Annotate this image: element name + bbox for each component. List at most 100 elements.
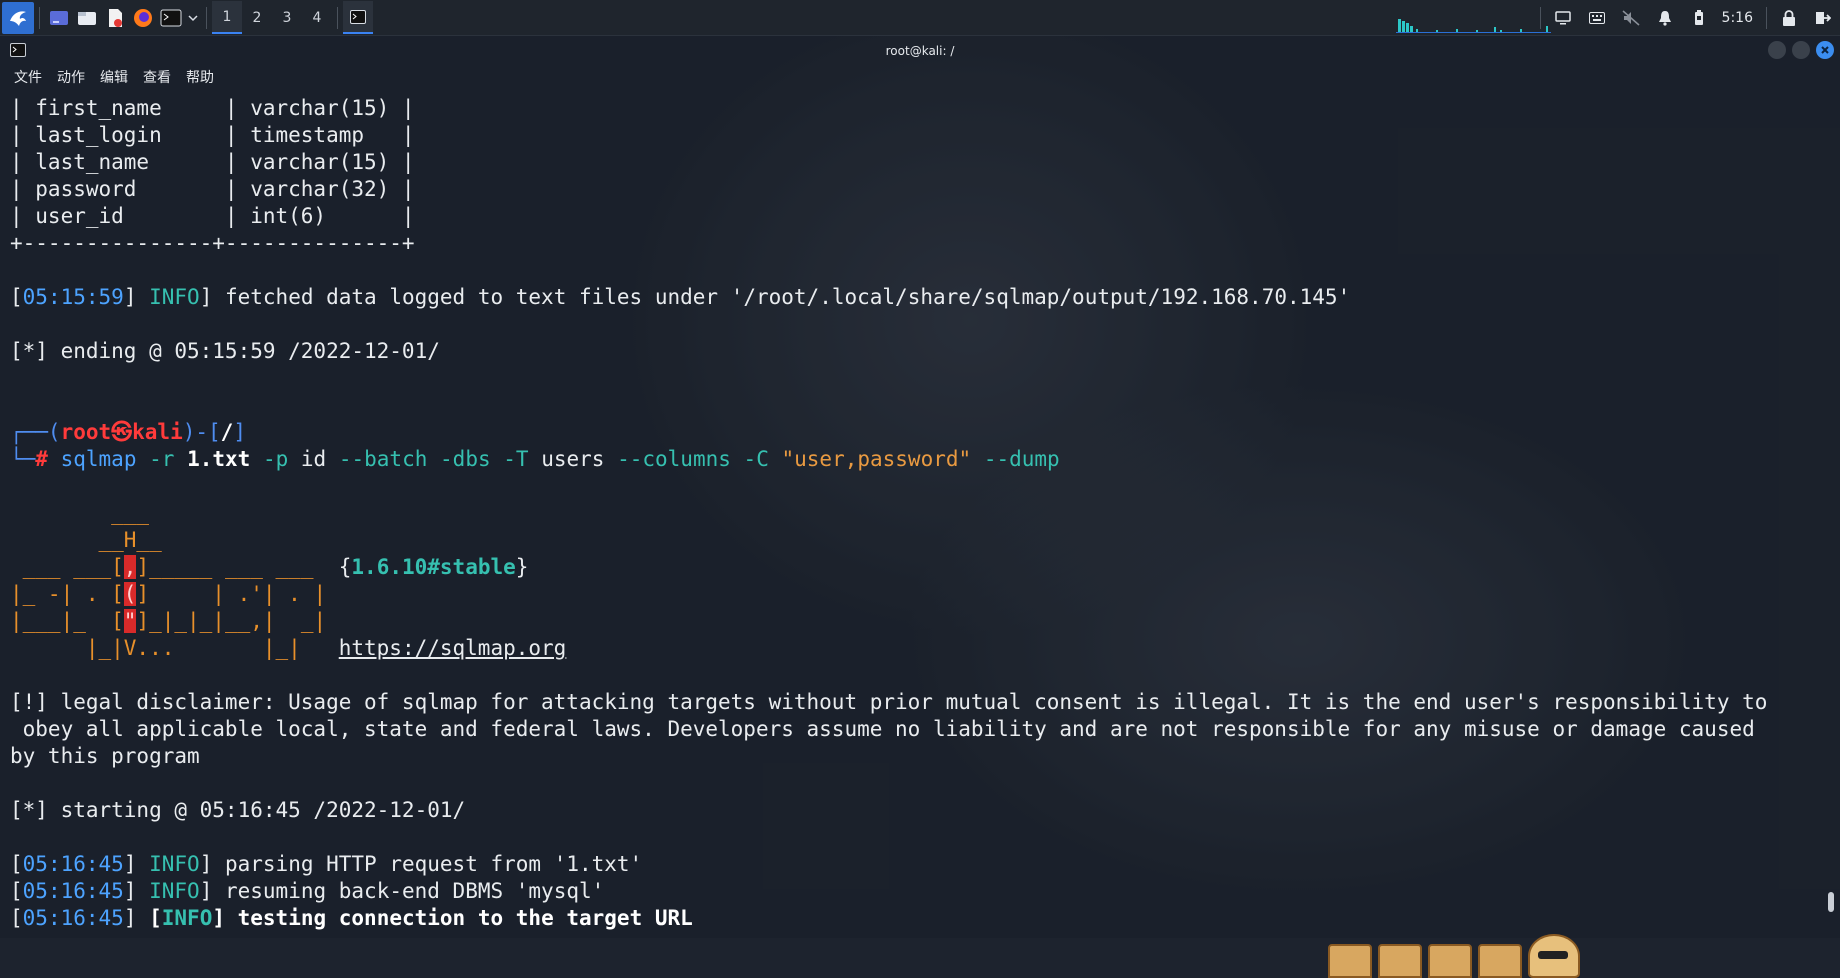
terminal-launcher-icon[interactable] <box>159 6 183 30</box>
firefox-icon[interactable] <box>131 6 155 30</box>
banner-art: ___ <box>10 501 150 525</box>
log-level: INFO <box>149 879 200 903</box>
banner-line: __H__ <box>10 527 1830 554</box>
log-level: INFO <box>149 852 200 876</box>
log-level: INFO <box>149 285 200 309</box>
text-editor-icon[interactable] <box>103 6 127 30</box>
log-level: INFO <box>161 906 213 930</box>
command-token: -C <box>743 447 769 471</box>
banner-art: __H__ <box>10 528 162 552</box>
kali-menu-icon[interactable] <box>2 1 34 34</box>
keyboard-icon[interactable] <box>1587 8 1607 28</box>
table-row: | first_name | varchar(15) | <box>10 96 415 120</box>
terminal-icon <box>10 43 26 57</box>
log-timestamp: 05:16:45 <box>22 879 124 903</box>
desktop-icon[interactable] <box>47 6 71 30</box>
command-token: -dbs <box>440 447 491 471</box>
command-token: --batch <box>338 447 428 471</box>
log-bold: [INFO] testing connection to the target … <box>149 906 693 930</box>
command-token: "user,password" <box>781 447 972 471</box>
table-row: | user_id | int(6) | <box>10 204 415 228</box>
command-token: -r <box>149 447 175 471</box>
ending-line: [*] ending @ 05:15:59 /2022-12-01/ <box>10 339 440 363</box>
close-button[interactable] <box>1816 41 1834 59</box>
minimize-button[interactable] <box>1768 41 1786 59</box>
window-titlebar[interactable]: root@kali: / <box>0 36 1840 65</box>
workspace-4[interactable]: 4 <box>302 1 332 34</box>
notification-bell-icon[interactable] <box>1655 8 1675 28</box>
command-token: id <box>300 447 327 471</box>
table-row: | last_name | varchar(15) | <box>10 150 415 174</box>
menu-file[interactable]: 文件 <box>14 67 42 87</box>
prompt-bracket: ] <box>233 420 246 444</box>
desktop-mascot <box>1328 934 1580 978</box>
prompt-bracket: ┌──( <box>10 420 61 444</box>
banner-line: |___|_ ["]_|_|_|__,| _| <box>10 608 1830 635</box>
lock-icon[interactable] <box>1779 8 1799 28</box>
prompt-bracket: └─ <box>10 447 36 471</box>
disclaimer-line: [!] legal disclaimer: Usage of sqlmap fo… <box>10 690 1768 714</box>
command-token: --columns <box>617 447 731 471</box>
close-icon <box>1821 46 1829 54</box>
command-token: -T <box>503 447 529 471</box>
banner-highlight: " <box>123 609 137 633</box>
banner-art: |_ -| . [(] | .'| . | <box>10 582 339 606</box>
display-icon[interactable] <box>1553 8 1573 28</box>
starting-line: [*] starting @ 05:16:45 /2022-12-01/ <box>10 798 466 822</box>
workspace-3[interactable]: 3 <box>272 1 302 34</box>
prompt-user-host: root㉿kali <box>60 420 183 444</box>
banner-line: |_|V... |_| https://sqlmap.org <box>10 635 1830 662</box>
command-token: users <box>541 447 605 471</box>
maximize-button[interactable] <box>1792 41 1810 59</box>
battery-icon[interactable] <box>1689 8 1709 28</box>
terminal-window: root@kali: / 文件 动作 编辑 查看 帮助 | first_name… <box>0 36 1840 978</box>
chevron-down-icon[interactable] <box>187 6 199 30</box>
banner-art: ___ ___[,]_____ ___ ___ <box>10 555 339 579</box>
menu-bar: 文件 动作 编辑 查看 帮助 <box>0 65 1840 89</box>
banner-highlight: , <box>123 555 137 579</box>
prompt-symbol: # <box>35 447 48 471</box>
table-row: | last_login | timestamp | <box>10 123 415 147</box>
cpu-graph[interactable] <box>1396 17 1551 33</box>
scrollbar-thumb[interactable] <box>1828 892 1834 912</box>
log-timestamp: 05:16:45 <box>22 852 124 876</box>
window-title: root@kali: / <box>885 43 955 58</box>
terminal-icon <box>350 9 366 24</box>
workspace-1[interactable]: 1 <box>212 1 242 34</box>
terminal-output[interactable]: | first_name | varchar(15) | | last_login… <box>10 95 1830 932</box>
table-row: | password | varchar(32) | <box>10 177 415 201</box>
log-timestamp: 05:15:59 <box>22 285 124 309</box>
clock[interactable]: 5:16 <box>1722 10 1753 26</box>
taskbar-terminal-button[interactable] <box>343 1 373 34</box>
volume-muted-icon[interactable] <box>1621 8 1641 28</box>
disclaimer-line: obey all applicable local, state and fed… <box>10 717 1755 741</box>
logout-icon[interactable] <box>1813 8 1833 28</box>
banner-art: |___|_ ["]_|_|_|__,| _| <box>10 609 339 633</box>
command-line: └─# sqlmap -r 1.txt -p id --batch -dbs -… <box>10 446 1830 473</box>
prompt-line: ┌──(root㉿kali)-[/] <box>10 419 1830 446</box>
table-border: +---------------+--------------+ <box>10 231 415 255</box>
prompt-cwd: / <box>220 420 234 444</box>
menu-help[interactable]: 帮助 <box>186 67 214 87</box>
menu-view[interactable]: 查看 <box>143 67 171 87</box>
workspace-2[interactable]: 2 <box>242 1 272 34</box>
menu-actions[interactable]: 动作 <box>57 67 85 87</box>
log-line: [05:16:45] INFO] parsing HTTP request fr… <box>10 852 643 876</box>
sqlmap-version: 1.6.10#stable <box>351 555 516 579</box>
command-binary: sqlmap <box>60 447 137 471</box>
log-line: [05:16:45] INFO] resuming back-end DBMS … <box>10 879 605 903</box>
menu-edit[interactable]: 编辑 <box>100 67 128 87</box>
log-line: [05:16:45] [INFO] testing connection to … <box>10 906 693 930</box>
command-token: -p <box>262 447 289 471</box>
file-manager-icon[interactable] <box>75 6 99 30</box>
banner-line: ___ ___[,]_____ ___ ___ {1.6.10#stable} <box>10 555 529 579</box>
log-timestamp: 05:16:45 <box>22 906 124 930</box>
sqlmap-url: https://sqlmap.org <box>338 636 567 660</box>
